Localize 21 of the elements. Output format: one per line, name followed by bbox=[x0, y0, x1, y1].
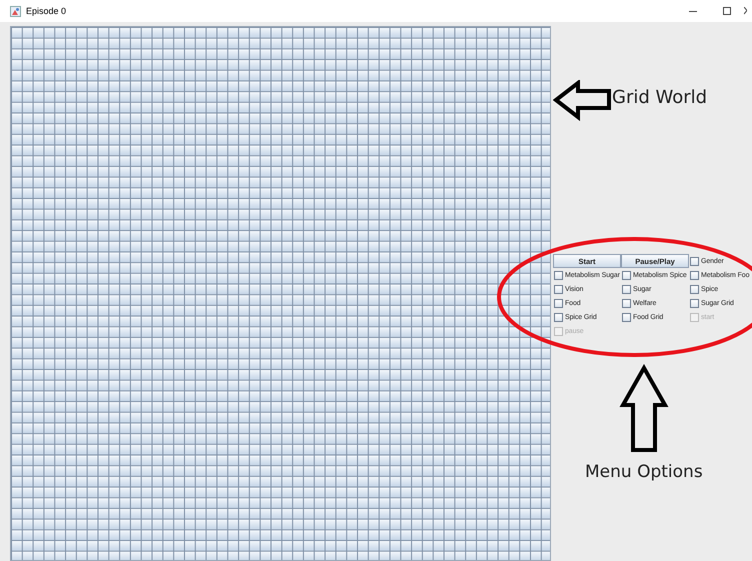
minimize-icon[interactable] bbox=[689, 10, 697, 12]
checkbox-icon[interactable] bbox=[690, 270, 699, 280]
checkbox-icon[interactable] bbox=[554, 284, 563, 294]
checkbox-icon[interactable] bbox=[690, 298, 699, 308]
left-arrow-icon bbox=[553, 80, 613, 122]
maximize-icon[interactable] bbox=[723, 7, 731, 15]
checkbox-icon[interactable] bbox=[622, 298, 631, 308]
checkbox-icon[interactable] bbox=[622, 270, 631, 280]
annotation-label: Grid World bbox=[612, 87, 708, 108]
up-arrow-icon bbox=[619, 364, 669, 454]
window-title: Episode 0 bbox=[26, 6, 66, 16]
app-icon bbox=[10, 6, 21, 16]
annotation-label: Menu Options bbox=[585, 462, 703, 482]
checkbox-icon[interactable] bbox=[554, 312, 563, 322]
checkbox-icon[interactable] bbox=[690, 256, 699, 266]
close-icon[interactable] bbox=[744, 7, 747, 15]
checkbox-icon[interactable] bbox=[622, 312, 631, 322]
checkbox-icon[interactable] bbox=[690, 284, 699, 294]
checkbox-icon[interactable] bbox=[622, 284, 631, 294]
checkbox-icon[interactable] bbox=[554, 270, 563, 280]
checkbox-icon[interactable] bbox=[554, 298, 563, 308]
